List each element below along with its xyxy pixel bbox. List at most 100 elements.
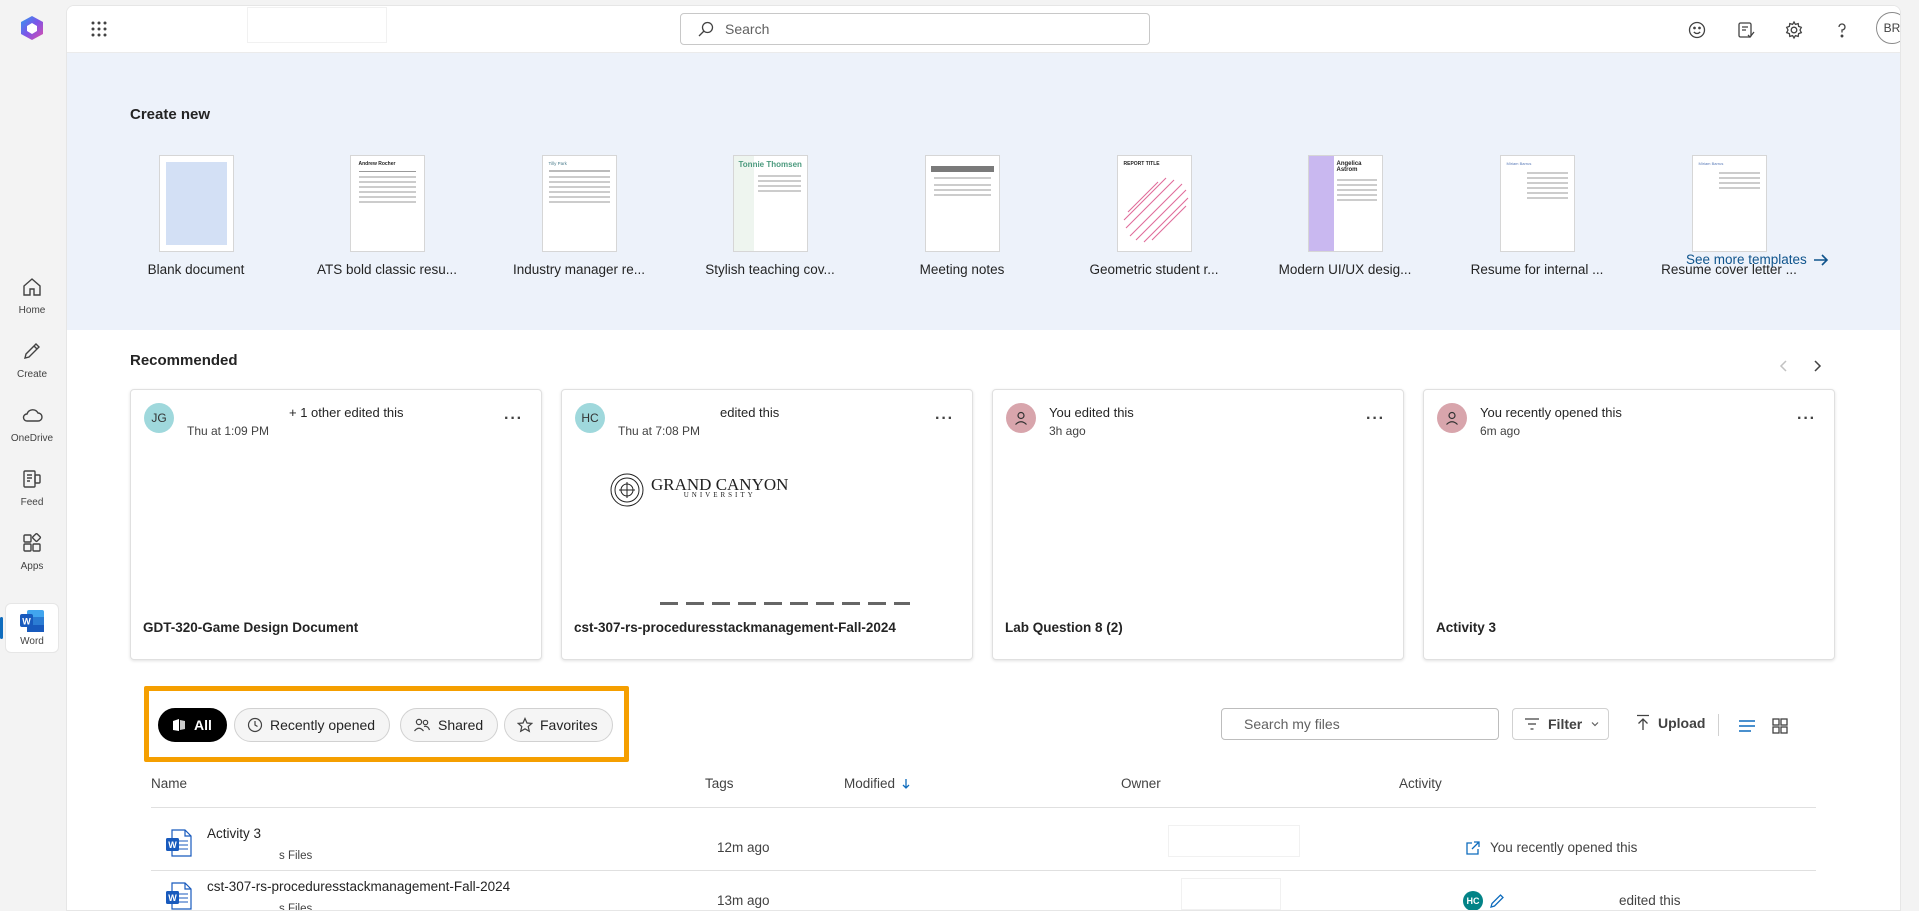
more-options-icon[interactable]: ··· <box>504 410 523 428</box>
pill-all[interactable]: All <box>158 708 227 742</box>
template-name: Geometric student r... <box>1089 262 1219 277</box>
column-header-modified[interactable]: Modified <box>844 776 911 791</box>
person-icon <box>1015 411 1027 425</box>
template-meeting-notes[interactable]: Meeting notes <box>877 155 1047 277</box>
redacted-owner <box>1168 825 1300 857</box>
rail-apps-label: Apps <box>20 561 44 572</box>
recommended-card[interactable]: You edited this 3h ago ··· Lab Question … <box>992 389 1404 660</box>
more-options-icon[interactable]: ··· <box>935 410 954 428</box>
recommended-card[interactable]: You recently opened this 6m ago ··· Acti… <box>1423 389 1835 660</box>
feedback-smiley-icon[interactable] <box>1687 20 1707 40</box>
recommended-card[interactable]: HC edited this Thu at 7:08 PM ··· GRAND … <box>561 389 973 660</box>
card-activity: You edited this <box>1049 405 1134 420</box>
upload-icon <box>1637 714 1649 730</box>
template-thumbnail: Andrew Rocher <box>349 155 425 252</box>
global-search-input[interactable]: Search <box>680 13 1150 45</box>
file-location: s Files <box>279 903 313 911</box>
create-new-section: Create new Blank document Andrew Rocher … <box>67 53 1900 330</box>
search-icon <box>698 21 714 37</box>
template-name: Blank document <box>147 262 245 277</box>
global-search-placeholder: Search <box>725 21 770 37</box>
template-name: Resume for internal ... <box>1470 262 1604 277</box>
list-view-icon[interactable] <box>1737 716 1757 736</box>
settings-gear-icon[interactable] <box>1784 20 1804 40</box>
rail-onedrive[interactable]: OneDrive <box>3 399 61 459</box>
filter-button[interactable]: Filter <box>1512 708 1609 740</box>
card-activity: edited this <box>720 405 780 420</box>
account-avatar[interactable]: BR <box>1876 12 1900 44</box>
template-thumbnail <box>158 155 234 252</box>
column-header-modified-label: Modified <box>844 776 896 791</box>
table-header-divider <box>151 807 1816 808</box>
scrollbar-thumb[interactable] <box>1900 72 1901 154</box>
template-geometric-student-report[interactable]: REPORT TITLE Geometric student r... <box>1069 155 1239 277</box>
template-name: Meeting notes <box>919 262 1005 277</box>
avatar: HC <box>575 403 605 433</box>
template-stylish-teaching-cover[interactable]: Tonnie Thomsen Stylish teaching cov... <box>685 155 855 277</box>
template-resume-for-internal[interactable]: Miriam Barrus Resume for internal ... <box>1452 155 1622 277</box>
file-name: Activity 3 <box>207 826 262 841</box>
whats-new-icon[interactable] <box>1736 20 1756 40</box>
template-blank-document[interactable]: Blank document <box>111 155 281 277</box>
activity-avatar: HC <box>1463 891 1483 910</box>
card-time: 3h ago <box>1049 424 1086 438</box>
cloud-icon <box>22 409 43 422</box>
rail-feed[interactable]: Feed <box>3 463 61 523</box>
rail-home[interactable]: Home <box>3 271 61 331</box>
search-my-files-input[interactable]: Search my files <box>1221 708 1499 740</box>
svg-text:W: W <box>168 893 177 903</box>
app-rail: Home Create OneDrive Feed Apps W Word <box>0 0 66 911</box>
see-more-templates-link[interactable]: See more templates <box>1686 252 1829 267</box>
column-header-tags[interactable]: Tags <box>705 776 734 791</box>
rail-home-label: Home <box>18 305 46 316</box>
rail-apps[interactable]: Apps <box>3 527 61 587</box>
avatar: JG <box>144 403 174 433</box>
more-options-icon[interactable]: ··· <box>1366 410 1385 428</box>
recommended-prev-icon[interactable] <box>1774 356 1794 376</box>
column-header-activity[interactable]: Activity <box>1399 776 1442 791</box>
grid-view-icon[interactable] <box>1770 716 1790 736</box>
file-location: s Files <box>279 850 313 862</box>
column-header-name[interactable]: Name <box>151 776 187 791</box>
rail-onedrive-label: OneDrive <box>10 433 54 444</box>
rail-create[interactable]: Create <box>3 335 61 395</box>
main-content: Search BR Create new Blank document Andr… <box>66 5 1901 911</box>
template-ats-bold-classic-resume[interactable]: Andrew Rocher ATS bold classic resu... <box>302 155 472 277</box>
template-thumbnail: Angelica Astrom <box>1307 155 1383 252</box>
rail-create-label: Create <box>16 369 47 380</box>
rail-active-indicator <box>0 617 3 639</box>
feed-icon <box>23 470 41 488</box>
column-header-owner[interactable]: Owner <box>1121 776 1161 791</box>
upload-button[interactable]: Upload <box>1636 714 1705 732</box>
see-more-templates-label: See more templates <box>1686 252 1807 267</box>
recommended-next-icon[interactable] <box>1807 356 1827 376</box>
rail-word[interactable]: W Word <box>5 603 59 653</box>
pill-recently-opened-label: Recently opened <box>270 717 376 733</box>
pill-favorites[interactable]: Favorites <box>504 708 613 742</box>
app-launcher-icon[interactable] <box>89 19 109 39</box>
more-options-icon[interactable]: ··· <box>1797 410 1816 428</box>
template-thumbnail: Miriam Barrus <box>1499 155 1575 252</box>
apps-icon <box>23 532 42 552</box>
template-modern-ui-ux-design[interactable]: Angelica Astrom Modern UI/UX desig... <box>1260 155 1430 277</box>
svg-text:W: W <box>168 840 177 850</box>
rail-feed-label: Feed <box>20 497 44 508</box>
template-industry-manager-resume[interactable]: Tilly Park Industry manager re... <box>494 155 664 277</box>
redacted-name <box>187 402 275 422</box>
people-icon <box>414 718 431 732</box>
template-thumbnail: Miriam Barrus <box>1691 155 1767 252</box>
home-icon <box>23 278 41 296</box>
m365-copilot-logo-icon[interactable] <box>18 14 46 42</box>
pen-icon <box>24 343 40 359</box>
pill-shared[interactable]: Shared <box>400 708 499 742</box>
pill-recently-opened[interactable]: Recently opened <box>234 708 391 742</box>
card-time: Thu at 1:09 PM <box>187 424 270 438</box>
person-icon <box>1446 411 1458 425</box>
help-icon[interactable] <box>1832 20 1852 40</box>
open-in-new-icon <box>1465 840 1481 856</box>
table-row[interactable]: W cst-307-rs-proceduresstackmanagement-F… <box>151 869 1816 911</box>
card-activity: + 1 other edited this <box>289 405 404 420</box>
file-modified: 12m ago <box>717 840 770 855</box>
recommended-card[interactable]: JG + 1 other edited this Thu at 1:09 PM … <box>130 389 542 660</box>
table-row[interactable]: W Activity 3 s Files 12m ago You recentl… <box>151 816 1816 870</box>
